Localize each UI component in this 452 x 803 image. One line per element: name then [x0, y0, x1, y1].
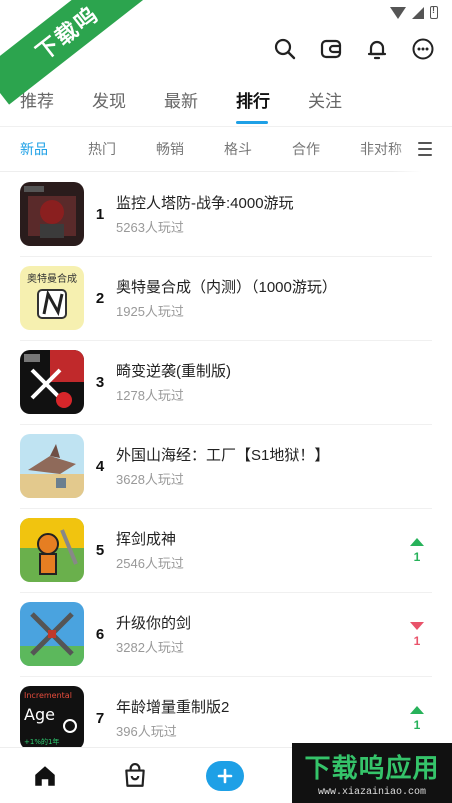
create-button[interactable] [206, 760, 244, 791]
rank-number: 3 [95, 373, 105, 391]
thumb-label: 奥特曼合成 [27, 272, 77, 285]
play-count: 396人玩过 [116, 724, 177, 739]
subtab-fighting[interactable]: 格斗 [224, 139, 292, 159]
play-count: 1278人玩过 [116, 388, 184, 403]
battery-icon [430, 5, 438, 19]
arrow-up-icon [410, 538, 424, 546]
bell-icon[interactable] [364, 36, 390, 62]
list-item[interactable]: 1 监控人塔防-战争:4000游玩 5263人玩过 [0, 172, 452, 256]
list-item[interactable]: 奥特曼合成 2 奥特曼合成（内测）（1000游玩） 1925人玩过 [0, 256, 452, 340]
play-count: 5263人玩过 [116, 220, 184, 235]
rank-number: 1 [95, 205, 105, 223]
game-thumbnail [20, 434, 84, 498]
watermark-url: www.xiazainiao.com [317, 787, 427, 798]
play-count: 1925人玩过 [116, 304, 184, 319]
wifi-icon [390, 6, 406, 19]
rank-number: 6 [95, 625, 105, 643]
game-ranking-list: 1 监控人塔防-战争:4000游玩 5263人玩过 奥特曼合成 2 奥特曼合成（… [0, 172, 452, 760]
play-count: 2546人玩过 [116, 556, 184, 571]
category-menu-icon[interactable] [418, 142, 432, 156]
thumb-label: Incremental [24, 691, 72, 700]
watermark-brand: 下载呜应用 [304, 753, 440, 783]
nav-store[interactable] [90, 762, 180, 789]
rank-number: 4 [95, 457, 105, 475]
list-item[interactable]: 6 升级你的剑 3282人玩过 1 [0, 592, 452, 676]
arrow-down-icon [410, 622, 424, 630]
game-title: 奥特曼合成（内测）（1000游玩） [116, 279, 337, 296]
game-title: 畸变逆袭(重制版) [116, 363, 231, 380]
nav-create[interactable] [180, 760, 270, 791]
game-title: 外国山海经：工厂【S1地狱！】 [116, 447, 330, 464]
game-thumbnail [20, 602, 84, 666]
ranking-category-tabs: 新品 热门 畅销 格斗 合作 非对称 [0, 126, 452, 172]
list-item[interactable]: 4 外国山海经：工厂【S1地狱！】 3628人玩过 [0, 424, 452, 508]
rank-change-up: 1 [410, 706, 424, 732]
play-count: 3282人玩过 [116, 640, 184, 655]
tab-following[interactable]: 关注 [308, 87, 380, 126]
rank-change-value: 1 [413, 550, 421, 564]
game-title: 挥剑成神 [116, 531, 177, 548]
signal-icon [412, 6, 424, 19]
search-icon[interactable] [272, 36, 298, 62]
subtab-hot[interactable]: 热门 [88, 139, 156, 159]
list-item[interactable]: 3 畸变逆袭(重制版) 1278人玩过 [0, 340, 452, 424]
rank-change-down: 1 [410, 622, 424, 648]
tab-ranking[interactable]: 排行 [236, 87, 308, 126]
tab-discover[interactable]: 发现 [92, 87, 164, 126]
main-tabs: 推荐 发现 最新 排行 关注 [0, 74, 452, 126]
rank-change-value: 1 [413, 634, 421, 648]
subtab-new[interactable]: 新品 [20, 139, 88, 159]
game-thumbnail [20, 518, 84, 582]
game-title: 监控人塔防-战争:4000游玩 [116, 195, 294, 212]
rank-change-up: 1 [410, 538, 424, 564]
more-icon[interactable] [410, 36, 436, 62]
home-icon [35, 765, 55, 786]
plus-icon [217, 768, 233, 783]
rank-change-value: 1 [413, 718, 421, 732]
play-count: 3628人玩过 [116, 472, 184, 487]
rank-number: 5 [95, 541, 105, 559]
rank-number: 2 [95, 289, 105, 307]
rank-number: 7 [95, 709, 105, 727]
subtab-coop[interactable]: 合作 [292, 139, 360, 159]
game-thumbnail: Incremental Age +1%的1年 [20, 686, 84, 750]
game-thumbnail: 奥特曼合成 [20, 266, 84, 330]
arrow-up-icon [410, 706, 424, 714]
tab-latest[interactable]: 最新 [164, 87, 236, 126]
game-thumbnail [20, 182, 84, 246]
subtab-bestselling[interactable]: 畅销 [156, 139, 224, 159]
game-title: 年龄增量重制版2 [116, 699, 230, 716]
wallet-icon[interactable] [318, 36, 344, 62]
list-item[interactable]: 5 挥剑成神 2546人玩过 1 [0, 508, 452, 592]
thumb-label: +1%的1年 [24, 737, 59, 746]
nav-home[interactable] [0, 763, 90, 789]
bag-icon [125, 762, 145, 787]
thumb-label: Age [24, 705, 55, 724]
game-thumbnail [20, 350, 84, 414]
watermark-banner: 下载呜应用 www.xiazainiao.com [292, 743, 452, 803]
tab-recommend[interactable]: 推荐 [20, 87, 92, 126]
game-title: 升级你的剑 [116, 615, 192, 632]
